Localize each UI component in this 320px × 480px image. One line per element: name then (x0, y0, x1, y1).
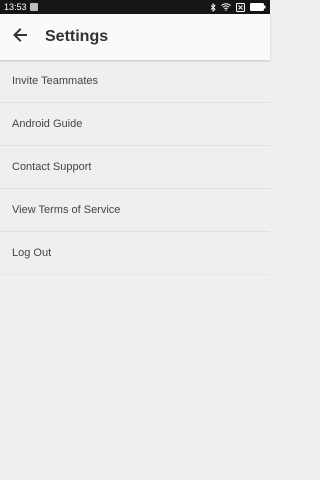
menu-item-invite-teammates[interactable]: Invite Teammates (0, 60, 270, 103)
settings-menu: Invite Teammates Android Guide Contact S… (0, 60, 270, 275)
page-title: Settings (45, 28, 109, 45)
menu-item-contact-support[interactable]: Contact Support (0, 146, 270, 189)
status-icons (210, 0, 266, 14)
menu-item-label: Contact Support (12, 161, 92, 173)
menu-item-label: Log Out (12, 247, 52, 259)
menu-item-label: View Terms of Service (12, 204, 121, 216)
menu-item-log-out[interactable]: Log Out (0, 232, 270, 275)
sim-icon (236, 2, 245, 12)
arrow-back-icon (13, 27, 27, 47)
bluetooth-icon (210, 2, 216, 12)
menu-item-label: Android Guide (12, 118, 83, 130)
menu-item-android-guide[interactable]: Android Guide (0, 103, 270, 146)
wifi-icon (221, 3, 231, 11)
status-time: 13:53 (4, 2, 27, 12)
notification-icon (30, 3, 38, 11)
app-bar: Settings (0, 14, 270, 60)
battery-icon (250, 3, 266, 11)
menu-item-terms-of-service[interactable]: View Terms of Service (0, 189, 270, 232)
back-button[interactable] (8, 25, 32, 49)
menu-item-label: Invite Teammates (12, 75, 99, 87)
status-bar: 13:53 (0, 0, 270, 14)
